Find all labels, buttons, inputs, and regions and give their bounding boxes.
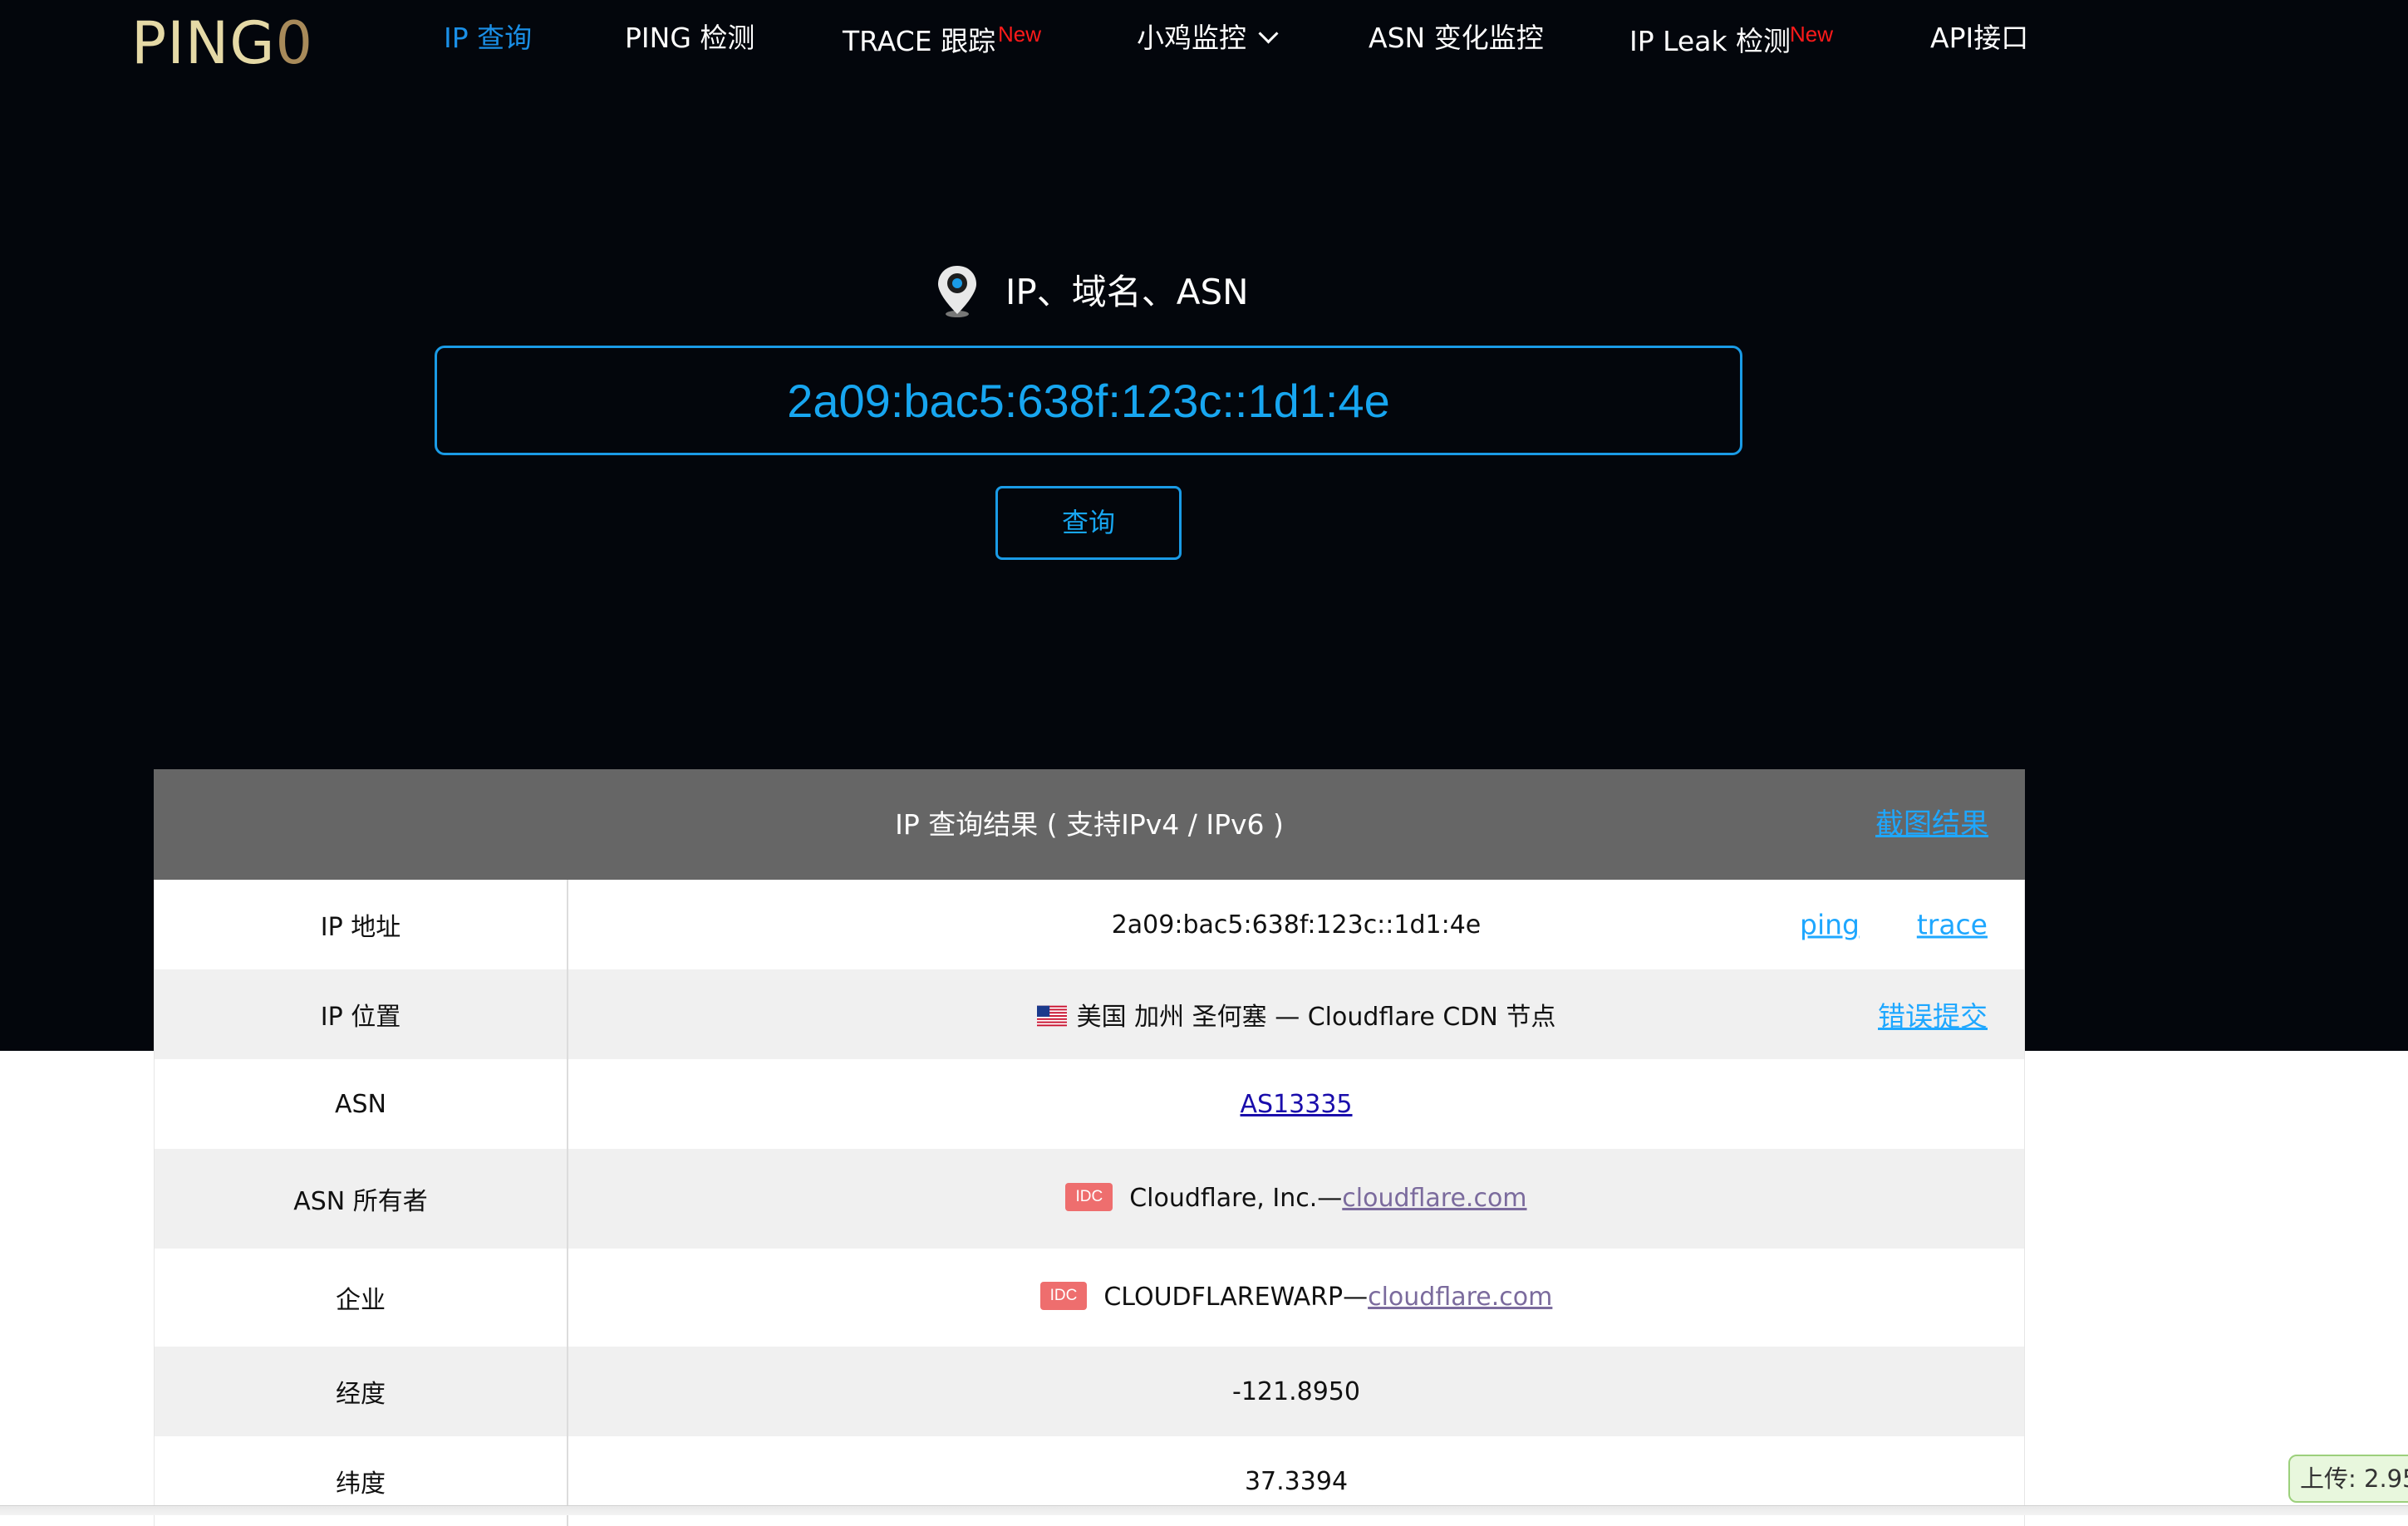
logo-zero: 0 xyxy=(275,9,314,77)
report-error-link[interactable]: 错误提交 xyxy=(1878,994,1988,1034)
row-key: IP 地址 xyxy=(154,880,568,969)
new-badge: New xyxy=(998,22,1042,47)
row-key: 企业 xyxy=(154,1249,568,1347)
table-row: 企业 IDC CLOUDFLAREWARP—cloudflare.com xyxy=(154,1249,2025,1347)
nav-api[interactable]: API接口 xyxy=(1930,20,2028,56)
table-row: 经度 -121.8950 xyxy=(154,1347,2025,1436)
row-key: ASN xyxy=(154,1059,568,1149)
nav-trace[interactable]: TRACE 跟踪 New xyxy=(843,22,1041,60)
asn-link[interactable]: AS13335 xyxy=(1241,1090,1353,1119)
nav-asn-monitor-label: ASN 变化监控 xyxy=(1369,22,1544,54)
results-table: IP 地址 2a09:bac5:638f:123c::1d1:4e ping t… xyxy=(154,880,2025,1526)
search-label: IP、域名、ASN xyxy=(1005,272,1249,312)
table-row: ASN 所有者 IDC Cloudflare, Inc.—cloudflare.c… xyxy=(154,1149,2025,1249)
results-panel: IP 查询结果 ( 支持IPv4 / IPv6 ) 截图结果 IP 地址 2a0… xyxy=(154,769,2025,1526)
company-site-link[interactable]: cloudflare.com xyxy=(1368,1283,1552,1312)
nav-ping-check-label: PING 检测 xyxy=(625,22,755,54)
asn-owner-value: Cloudflare, Inc.— xyxy=(1129,1184,1343,1214)
results-title: IP 查询结果 ( 支持IPv4 / IPv6 ) xyxy=(895,808,1284,841)
logo-text: PING xyxy=(131,9,276,77)
table-row: ASN AS13335 xyxy=(154,1059,2025,1149)
new-badge: New xyxy=(1790,22,1834,47)
search-input[interactable] xyxy=(435,346,1742,455)
results-header: IP 查询结果 ( 支持IPv4 / IPv6 ) 截图结果 xyxy=(154,769,2025,880)
row-value-cell: IDC CLOUDFLAREWARP—cloudflare.com xyxy=(567,1249,2025,1347)
nav-ip-query-label: IP 查询 xyxy=(444,22,533,54)
table-row: IP 位置 美国 加州 圣何塞 — Cloudflare CDN 节点 错误提交 xyxy=(154,969,2025,1059)
us-flag-icon xyxy=(1036,1005,1067,1026)
nav-ping-check[interactable]: PING 检测 xyxy=(625,20,754,56)
nav-api-label: API接口 xyxy=(1930,22,2029,54)
nav-ip-leak[interactable]: IP Leak 检测 New xyxy=(1629,22,1833,60)
nav-vps-monitor-label: 小鸡监控 xyxy=(1137,22,1246,54)
asn-owner-site-link[interactable]: cloudflare.com xyxy=(1342,1184,1526,1213)
query-button[interactable]: 查询 xyxy=(995,486,1182,560)
row-key: 经度 xyxy=(154,1347,568,1436)
ip-address-value: 2a09:bac5:638f:123c::1d1:4e xyxy=(1111,910,1482,940)
longitude-value: -121.8950 xyxy=(567,1347,2025,1436)
ping-link[interactable]: ping xyxy=(1800,909,1860,941)
row-key: ASN 所有者 xyxy=(154,1149,568,1249)
table-row: IP 地址 2a09:bac5:638f:123c::1d1:4e ping t… xyxy=(154,880,2025,969)
nav-asn-monitor[interactable]: ASN 变化监控 xyxy=(1369,20,1544,56)
row-value-cell: AS13335 xyxy=(567,1059,2025,1149)
site-logo[interactable]: PING0 xyxy=(131,12,313,75)
bottom-scroll-strip xyxy=(0,1505,2408,1515)
nav-ip-leak-label: IP Leak 检测 xyxy=(1629,25,1791,57)
location-pin-icon xyxy=(938,266,976,317)
trace-link[interactable]: trace xyxy=(1917,909,1988,941)
nav-trace-label: TRACE 跟踪 xyxy=(843,25,996,57)
chevron-down-icon xyxy=(1258,23,1279,44)
idc-badge: IDC xyxy=(1065,1182,1113,1211)
upload-speed-indicator: 上传: 2.95 xyxy=(2288,1455,2408,1503)
screenshot-result-link[interactable]: 截图结果 xyxy=(1875,769,1988,880)
row-value-cell: IDC Cloudflare, Inc.—cloudflare.com xyxy=(567,1149,2025,1249)
row-value-cell: 2a09:bac5:638f:123c::1d1:4e ping trace xyxy=(567,880,2025,969)
idc-badge: IDC xyxy=(1039,1281,1088,1310)
row-value-cell: 美国 加州 圣何塞 — Cloudflare CDN 节点 错误提交 xyxy=(567,969,2025,1059)
ip-location-value: 美国 加州 圣何塞 — Cloudflare CDN 节点 xyxy=(1076,1003,1556,1032)
nav-vps-monitor[interactable]: 小鸡监控 xyxy=(1137,20,1279,56)
nav-ip-query[interactable]: IP 查询 xyxy=(444,20,532,56)
company-value: CLOUDFLAREWARP— xyxy=(1103,1283,1369,1313)
top-nav: PING0 IP 查询 PING 检测 TRACE 跟踪 New 小鸡监控 AS… xyxy=(0,0,2408,79)
row-key: IP 位置 xyxy=(154,969,568,1059)
